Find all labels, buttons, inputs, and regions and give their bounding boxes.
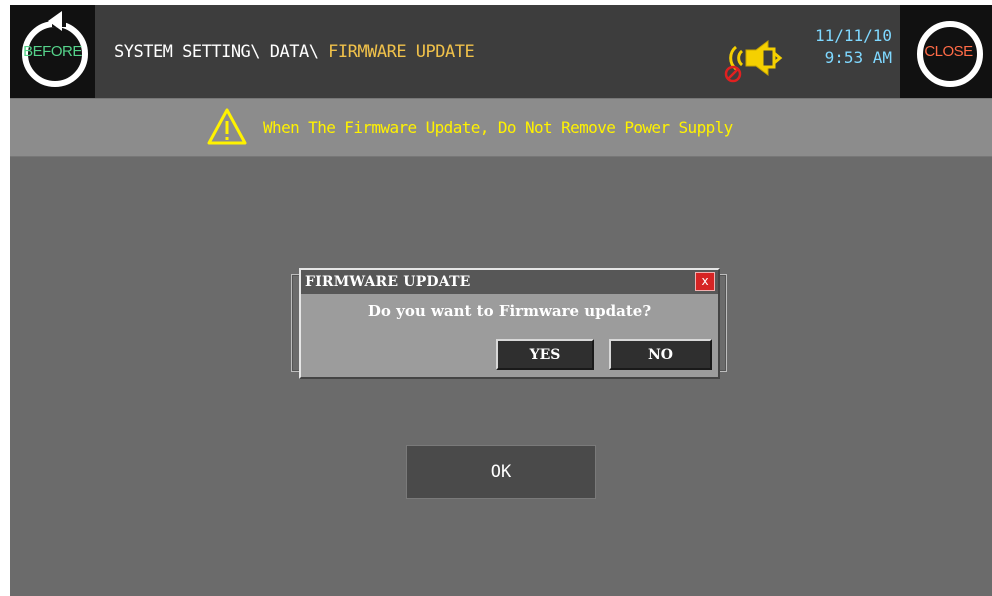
speaker-icon[interactable] [722, 33, 792, 83]
dialog-title: FIRMWARE UPDATE [305, 274, 471, 290]
dialog-titlebar: FIRMWARE UPDATE x [301, 270, 718, 294]
dialog-message: Do you want to Firmware update? [367, 302, 652, 320]
firmware-update-dialog: FIRMWARE UPDATE x Do you want to Firmwar… [299, 268, 720, 379]
close-label: CLOSE [924, 43, 973, 60]
time-text: 9:53 AM [824, 48, 892, 67]
hmi-screen: BEFORE SYSTEM SETTING\ DATA\ FIRMWARE UP… [10, 5, 992, 596]
mute-indicator-icon [724, 65, 742, 83]
close-button[interactable]: CLOSE [900, 5, 992, 98]
date-text: 11/11/10 [814, 26, 892, 45]
ok-button[interactable]: OK [406, 445, 596, 499]
datetime: 11/11/10 9:53 AM [796, 25, 892, 69]
header-bar: BEFORE SYSTEM SETTING\ DATA\ FIRMWARE UP… [10, 5, 992, 98]
breadcrumb-current: FIRMWARE UPDATE [328, 42, 475, 62]
warning-text: When The Firmware Update, Do Not Remove … [263, 118, 733, 137]
dialog-close-button[interactable]: x [695, 272, 715, 291]
yes-button[interactable]: YES [496, 339, 594, 370]
no-button[interactable]: NO [609, 339, 712, 370]
warning-icon [207, 108, 247, 145]
before-label: BEFORE [23, 43, 82, 60]
warning-bar: When The Firmware Update, Do Not Remove … [10, 98, 992, 157]
breadcrumb: SYSTEM SETTING\ DATA\ FIRMWARE UPDATE [114, 42, 475, 62]
before-button[interactable]: BEFORE [10, 5, 95, 98]
breadcrumb-path: SYSTEM SETTING\ DATA\ [114, 42, 329, 62]
